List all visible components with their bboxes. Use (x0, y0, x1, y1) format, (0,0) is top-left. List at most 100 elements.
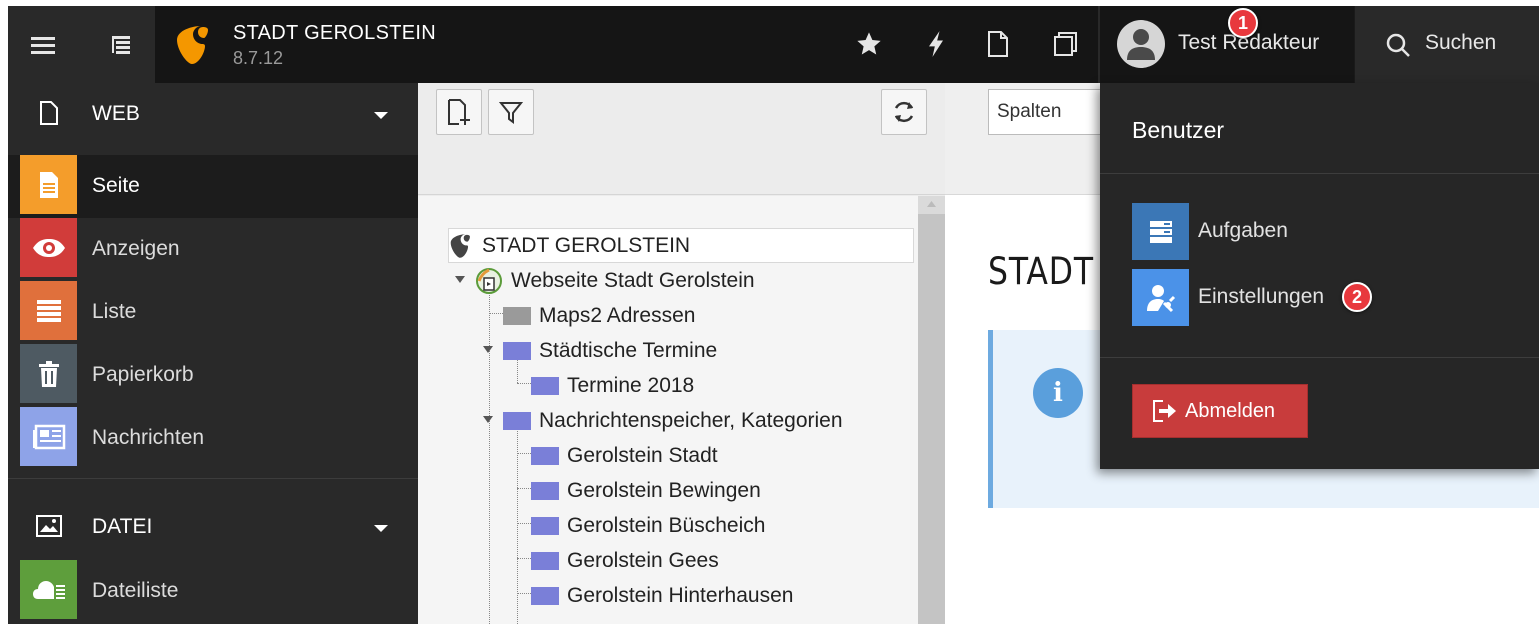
menu-item-label: Einstellungen (1198, 285, 1325, 308)
typo3-backend: STADT GEROLSTEIN 8.7.12 Test Redakteur 1… (8, 6, 1539, 624)
info-icon: i (1033, 368, 1083, 418)
open-docs-button[interactable] (984, 30, 1012, 58)
tree-node[interactable]: Gerolstein Bewingen (531, 474, 761, 507)
page-icon (39, 100, 58, 125)
filter-button[interactable] (488, 89, 534, 135)
group-label: DATEI (92, 515, 153, 538)
newspaper-icon (20, 407, 77, 466)
hamburger-icon (31, 36, 55, 54)
logout-label: Abmelden (1185, 399, 1276, 422)
group-label: WEB (92, 102, 140, 125)
expand-toggle-icon[interactable] (455, 276, 465, 283)
search-button[interactable]: Suchen (1354, 6, 1539, 83)
module-anzeigen[interactable]: Anzeigen (8, 218, 418, 281)
site-brand[interactable]: STADT GEROLSTEIN 8.7.12 (155, 6, 1098, 83)
logout-button[interactable]: Abmelden (1132, 384, 1308, 438)
menu-item-label: Aufgaben (1198, 219, 1288, 242)
tree-list-icon (112, 35, 130, 54)
documents-icon (1054, 32, 1077, 56)
pagetree-toggle-button[interactable] (86, 6, 156, 83)
menu-toggle-button[interactable] (8, 6, 78, 83)
clear-cache-button[interactable] (922, 30, 950, 58)
menu-item-einstellungen[interactable]: Einstellungen 2 (1132, 269, 1532, 327)
tree-node[interactable]: Städtische Termine (503, 334, 717, 367)
tree-node-label: Städtische Termine (539, 338, 718, 362)
tree-node-label: Gerolstein Hinterhausen (567, 583, 794, 607)
eye-icon (20, 218, 77, 277)
module-seite[interactable]: Seite (8, 155, 418, 218)
dropdown-header: Benutzer (1132, 117, 1225, 143)
tree-node-label: Gerolstein Gees (567, 548, 719, 572)
tree-node-label: Termine 2018 (567, 373, 695, 397)
tree-node[interactable]: Gerolstein Hinterhausen (531, 579, 793, 612)
scrollbar-thumb[interactable] (918, 214, 945, 624)
bookmarks-button[interactable] (855, 30, 883, 58)
tree-node-label: STADT GEROLSTEIN (482, 233, 691, 257)
tree-toolbar (418, 83, 945, 195)
star-icon (857, 32, 881, 55)
tree-node[interactable]: Gerolstein Büscheich (531, 509, 765, 542)
avatar (1117, 20, 1165, 68)
tree-node-label: Gerolstein Büscheich (567, 513, 766, 537)
image-icon (35, 514, 62, 537)
user-dropdown: Benutzer Aufgaben Einstellungen 2 Abmeld… (1100, 83, 1539, 469)
step-badge-2: 2 (1342, 282, 1372, 312)
tree-node[interactable]: Gerolstein Gees (531, 544, 719, 577)
seite-icon (20, 155, 77, 214)
typo3-root-icon (450, 233, 470, 258)
trash-icon (20, 344, 77, 403)
user-avatar-icon (1127, 29, 1155, 60)
website-root-icon (476, 267, 502, 294)
refresh-icon (894, 101, 914, 123)
group-datei[interactable]: DATEI (8, 496, 418, 559)
filter-icon (499, 102, 523, 124)
tree-node[interactable]: Termine 2018 (531, 369, 694, 402)
tree-node[interactable]: Webseite Stadt Gerolstein (475, 264, 755, 297)
tree-node-label: Maps2 Adressen (539, 303, 696, 327)
expand-toggle-icon[interactable] (483, 416, 493, 423)
tree-node-label: Gerolstein Stadt (567, 443, 718, 467)
tree-scrollbar[interactable] (918, 196, 945, 624)
divider (8, 478, 418, 479)
datei-group-icon (20, 496, 77, 555)
tree-node[interactable]: Nachrichtenspeicher, Kategorien (503, 404, 843, 437)
folder-icon (531, 516, 559, 535)
menu-item-aufgaben[interactable]: Aufgaben (1132, 203, 1532, 261)
web-group-icon (20, 83, 77, 142)
step-badge-1: 1 (1228, 8, 1258, 38)
module-papierkorb[interactable]: Papierkorb (8, 344, 418, 407)
page-tree-panel: STADT GEROLSTEIN Webseite Stadt Gerolste… (418, 83, 945, 624)
scroll-up-icon[interactable] (927, 201, 936, 207)
recent-docs-button[interactable] (1052, 30, 1080, 58)
user-menu-toggle[interactable]: Test Redakteur 1 (1100, 6, 1354, 83)
module-liste[interactable]: Liste (8, 281, 418, 344)
expand-toggle-icon[interactable] (483, 346, 493, 353)
tree-line (489, 278, 490, 624)
top-bar: STADT GEROLSTEIN 8.7.12 Test Redakteur 1… (8, 6, 1539, 83)
folder-icon (503, 306, 531, 325)
module-nachrichten[interactable]: Nachrichten (8, 407, 418, 470)
search-label: Suchen (1425, 31, 1497, 54)
caret-down-icon (374, 525, 388, 532)
tree-node-label: Nachrichtenspeicher, Kategorien (539, 408, 843, 432)
tasks-icon (1132, 203, 1189, 260)
typo3-logo-icon (177, 26, 208, 64)
refresh-tree-button[interactable] (881, 89, 927, 135)
tree-node-label: Webseite Stadt Gerolstein (511, 268, 755, 292)
folder-icon (531, 586, 559, 605)
tree-node[interactable]: Maps2 Adressen (503, 299, 695, 332)
caret-down-icon (374, 112, 388, 119)
folder-icon (531, 481, 559, 500)
page-add-icon (448, 99, 470, 125)
folder-icon (531, 446, 559, 465)
group-web[interactable]: WEB (8, 83, 418, 146)
module-dateiliste[interactable]: Dateiliste (8, 560, 418, 623)
tree-node-root[interactable]: STADT GEROLSTEIN (448, 229, 690, 262)
search-icon (1386, 33, 1410, 57)
folder-icon (531, 376, 559, 395)
module-label: Liste (92, 300, 137, 323)
module-label: Anzeigen (92, 237, 180, 260)
tree-node-label: Gerolstein Bewingen (567, 478, 761, 502)
tree-node[interactable]: Gerolstein Stadt (531, 439, 718, 472)
new-page-button[interactable] (436, 89, 482, 135)
